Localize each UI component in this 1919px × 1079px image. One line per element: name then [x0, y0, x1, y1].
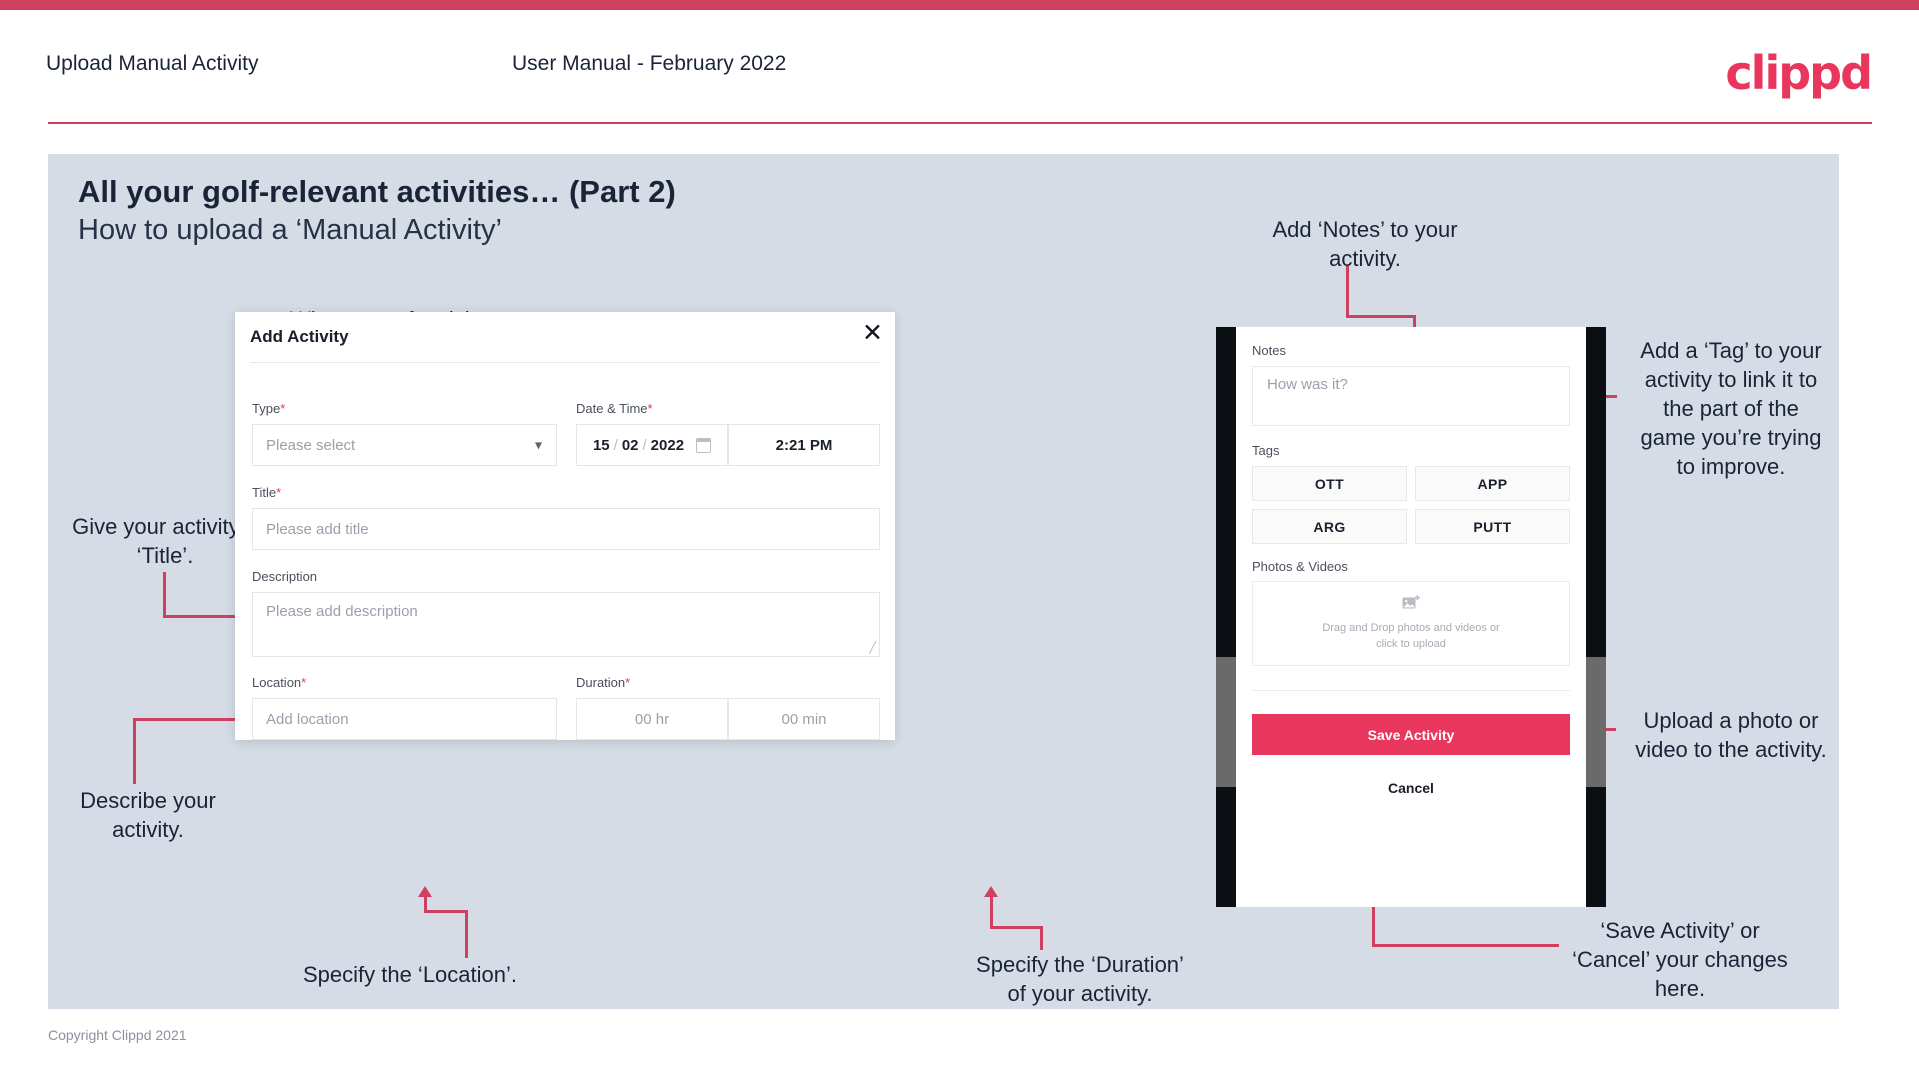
- annotation-duration: Specify the ‘Duration’ of your activity.: [976, 952, 1184, 1006]
- title-label: Title*: [252, 485, 282, 500]
- page-subtitle: User Manual - February 2022: [512, 52, 787, 75]
- clippd-logo: clippd: [1725, 46, 1873, 100]
- tags-label: Tags: [1252, 443, 1280, 458]
- connector-save-h: [1372, 944, 1559, 947]
- arrow-duration-icon: [984, 886, 998, 897]
- location-label: Location*: [252, 675, 307, 690]
- date-sep-1: /: [613, 436, 618, 454]
- phone-frame-left: [1216, 327, 1236, 907]
- phone-scroll-indicator-right: [1586, 657, 1606, 787]
- page-title: Upload Manual Activity: [46, 52, 259, 75]
- date-sep-2: /: [642, 436, 647, 454]
- connector-loc-h: [424, 910, 468, 913]
- phone-scroll-indicator-left: [1216, 657, 1236, 787]
- save-activity-button[interactable]: Save Activity: [1252, 714, 1570, 755]
- duration-hours-placeholder: 00 hr: [634, 710, 670, 728]
- tag-putt[interactable]: PUTT: [1415, 509, 1570, 544]
- connector-loc-v2: [465, 912, 468, 958]
- connector-notes-h: [1346, 315, 1416, 318]
- footer-copyright: Copyright Clippd 2021: [48, 1027, 187, 1043]
- datetime-label: Date & Time*: [576, 401, 653, 416]
- date-input[interactable]: 15 / 02 / 2022: [576, 424, 728, 466]
- time-input[interactable]: 2:21 PM: [728, 424, 880, 466]
- add-image-icon: [1402, 595, 1421, 611]
- connector-loc-v1: [424, 895, 427, 912]
- time-value: 2:21 PM: [775, 436, 833, 454]
- close-icon[interactable]: ✕: [862, 320, 883, 345]
- phone-frame-right: [1586, 327, 1606, 907]
- phone-screen: Notes How was it? Tags OTT APP ARG PUTT …: [1236, 327, 1586, 907]
- title-placeholder: Please add title: [266, 520, 369, 538]
- duration-required-asterisk: *: [625, 675, 631, 690]
- duration-minutes-input[interactable]: 00 min: [728, 698, 880, 740]
- annotation-tags: Add a ‘Tag’ to your activity to link it …: [1640, 338, 1822, 479]
- type-placeholder: Please select: [266, 436, 356, 454]
- connector-dur-v1: [990, 895, 993, 928]
- tag-arg[interactable]: ARG: [1252, 509, 1407, 544]
- slide-subheading: How to upload a ‘Manual Activity’: [78, 214, 502, 246]
- photo-dropzone[interactable]: Drag and Drop photos and videos or click…: [1252, 581, 1570, 666]
- datetime-required-asterisk: *: [647, 401, 653, 416]
- annotation-upload: Upload a photo or video to the activity.: [1635, 708, 1827, 762]
- location-placeholder: Add location: [266, 710, 349, 728]
- duration-hours-input[interactable]: 00 hr: [576, 698, 728, 740]
- dropzone-line1: Drag and Drop photos and videos or: [1322, 622, 1500, 634]
- cancel-button[interactable]: Cancel: [1252, 772, 1570, 804]
- calendar-icon[interactable]: [696, 437, 712, 453]
- page-header: Upload Manual Activity User Manual - Feb…: [0, 10, 1919, 120]
- connector-dur-v2: [1040, 928, 1043, 950]
- tag-ott[interactable]: OTT: [1252, 466, 1407, 501]
- dropzone-text: Drag and Drop photos and videos or click…: [1322, 620, 1499, 652]
- connector-title-v: [163, 572, 166, 618]
- notes-label: Notes: [1252, 343, 1286, 358]
- tag-app[interactable]: APP: [1415, 466, 1570, 501]
- location-required-asterisk: *: [301, 675, 307, 690]
- connector-notes-v1: [1346, 266, 1349, 318]
- resize-handle-icon[interactable]: ╱: [869, 641, 876, 654]
- chevron-down-icon: ▾: [534, 436, 542, 453]
- date-year: 2022: [650, 436, 685, 454]
- top-accent-bar: [0, 0, 1919, 10]
- annotation-description: Describe your activity.: [80, 788, 216, 842]
- notes-placeholder: How was it?: [1267, 376, 1348, 393]
- date-day: 15: [592, 436, 610, 454]
- phone-mockup: Notes How was it? Tags OTT APP ARG PUTT …: [1216, 327, 1606, 907]
- header-divider: [48, 122, 1872, 124]
- date-month: 02: [621, 436, 639, 454]
- description-placeholder: Please add description: [266, 603, 418, 620]
- dropzone-line2: click to upload: [1376, 638, 1446, 650]
- description-textarea[interactable]: Please add description ╱: [252, 592, 880, 657]
- title-required-asterisk: *: [276, 485, 282, 500]
- annotation-notes: Add ‘Notes’ to your activity.: [1272, 217, 1458, 271]
- arrow-location-icon: [418, 886, 432, 897]
- connector-dur-h: [990, 926, 1043, 929]
- dialog-divider: [250, 362, 880, 363]
- add-activity-dialog: Add Activity ✕ Type* Please select ▾ Dat…: [235, 312, 895, 740]
- type-label: Type*: [252, 401, 286, 416]
- notes-textarea[interactable]: How was it?: [1252, 366, 1570, 426]
- description-label: Description: [252, 569, 318, 584]
- dialog-title: Add Activity: [250, 327, 349, 346]
- annotation-save-cancel: ‘Save Activity’ or ‘Cancel’ your changes…: [1572, 918, 1788, 1001]
- duration-minutes-placeholder: 00 min: [781, 710, 827, 728]
- annotation-location: Specify the ‘Location’.: [302, 962, 518, 987]
- title-input[interactable]: Please add title: [252, 508, 880, 550]
- type-select[interactable]: Please select ▾: [252, 424, 557, 466]
- photos-label: Photos & Videos: [1252, 559, 1348, 574]
- type-required-asterisk: *: [280, 401, 286, 416]
- duration-label: Duration*: [576, 675, 631, 690]
- location-input[interactable]: Add location: [252, 698, 557, 740]
- phone-divider: [1252, 690, 1570, 691]
- slide-heading: All your golf-relevant activities… (Part…: [78, 174, 676, 209]
- connector-desc-v: [133, 718, 136, 784]
